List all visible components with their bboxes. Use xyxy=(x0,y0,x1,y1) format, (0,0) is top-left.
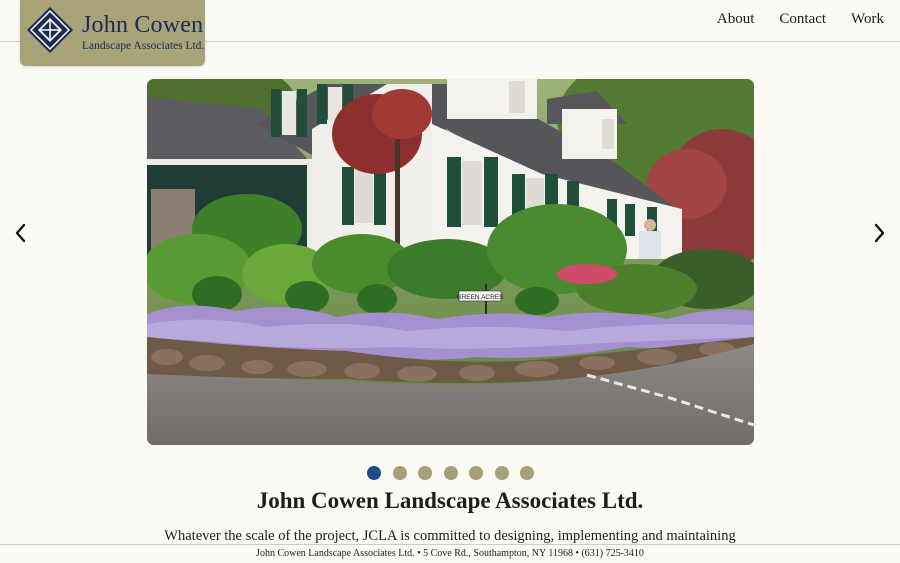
logo-subtitle: Landscape Associates Ltd. xyxy=(82,40,205,52)
slide-dot-5[interactable] xyxy=(469,466,483,480)
page-title: John Cowen Landscape Associates Ltd. xyxy=(256,488,644,513)
sign-text: GREEN ACRES xyxy=(457,294,505,301)
logo-name: John Cowen xyxy=(82,12,204,38)
slide-dot-3[interactable] xyxy=(418,466,432,480)
slide-dot-2[interactable] xyxy=(392,466,407,480)
chevron-right-icon[interactable] xyxy=(868,220,890,246)
logo[interactable]: John Cowen Landscape Associates Ltd. xyxy=(20,0,205,66)
nav-about-link[interactable]: About xyxy=(717,11,755,28)
hero-slide-image[interactable]: GREEN ACRES xyxy=(147,79,754,445)
slider-pagination xyxy=(367,466,546,480)
site-header: John Cowen Landscape Associates Ltd. Abo… xyxy=(0,0,900,66)
nav-work-link[interactable]: Work xyxy=(851,11,884,28)
slide-dot-4[interactable] xyxy=(443,466,458,480)
site-footer: John Cowen Landscape Associates Ltd. • 5… xyxy=(0,544,900,563)
main-nav: About Contact Work xyxy=(692,11,884,28)
slide-dot-1[interactable] xyxy=(367,466,381,480)
house-garden-photo: GREEN ACRES xyxy=(147,79,754,445)
intro-text: Whatever the scale of the project, JCLA … xyxy=(164,528,736,544)
diamond-logo-icon xyxy=(27,7,73,53)
chevron-left-icon[interactable] xyxy=(10,220,32,246)
nav-contact-link[interactable]: Contact xyxy=(779,11,826,28)
slide-dot-7[interactable] xyxy=(520,466,534,480)
slide-dot-6[interactable] xyxy=(494,466,509,480)
